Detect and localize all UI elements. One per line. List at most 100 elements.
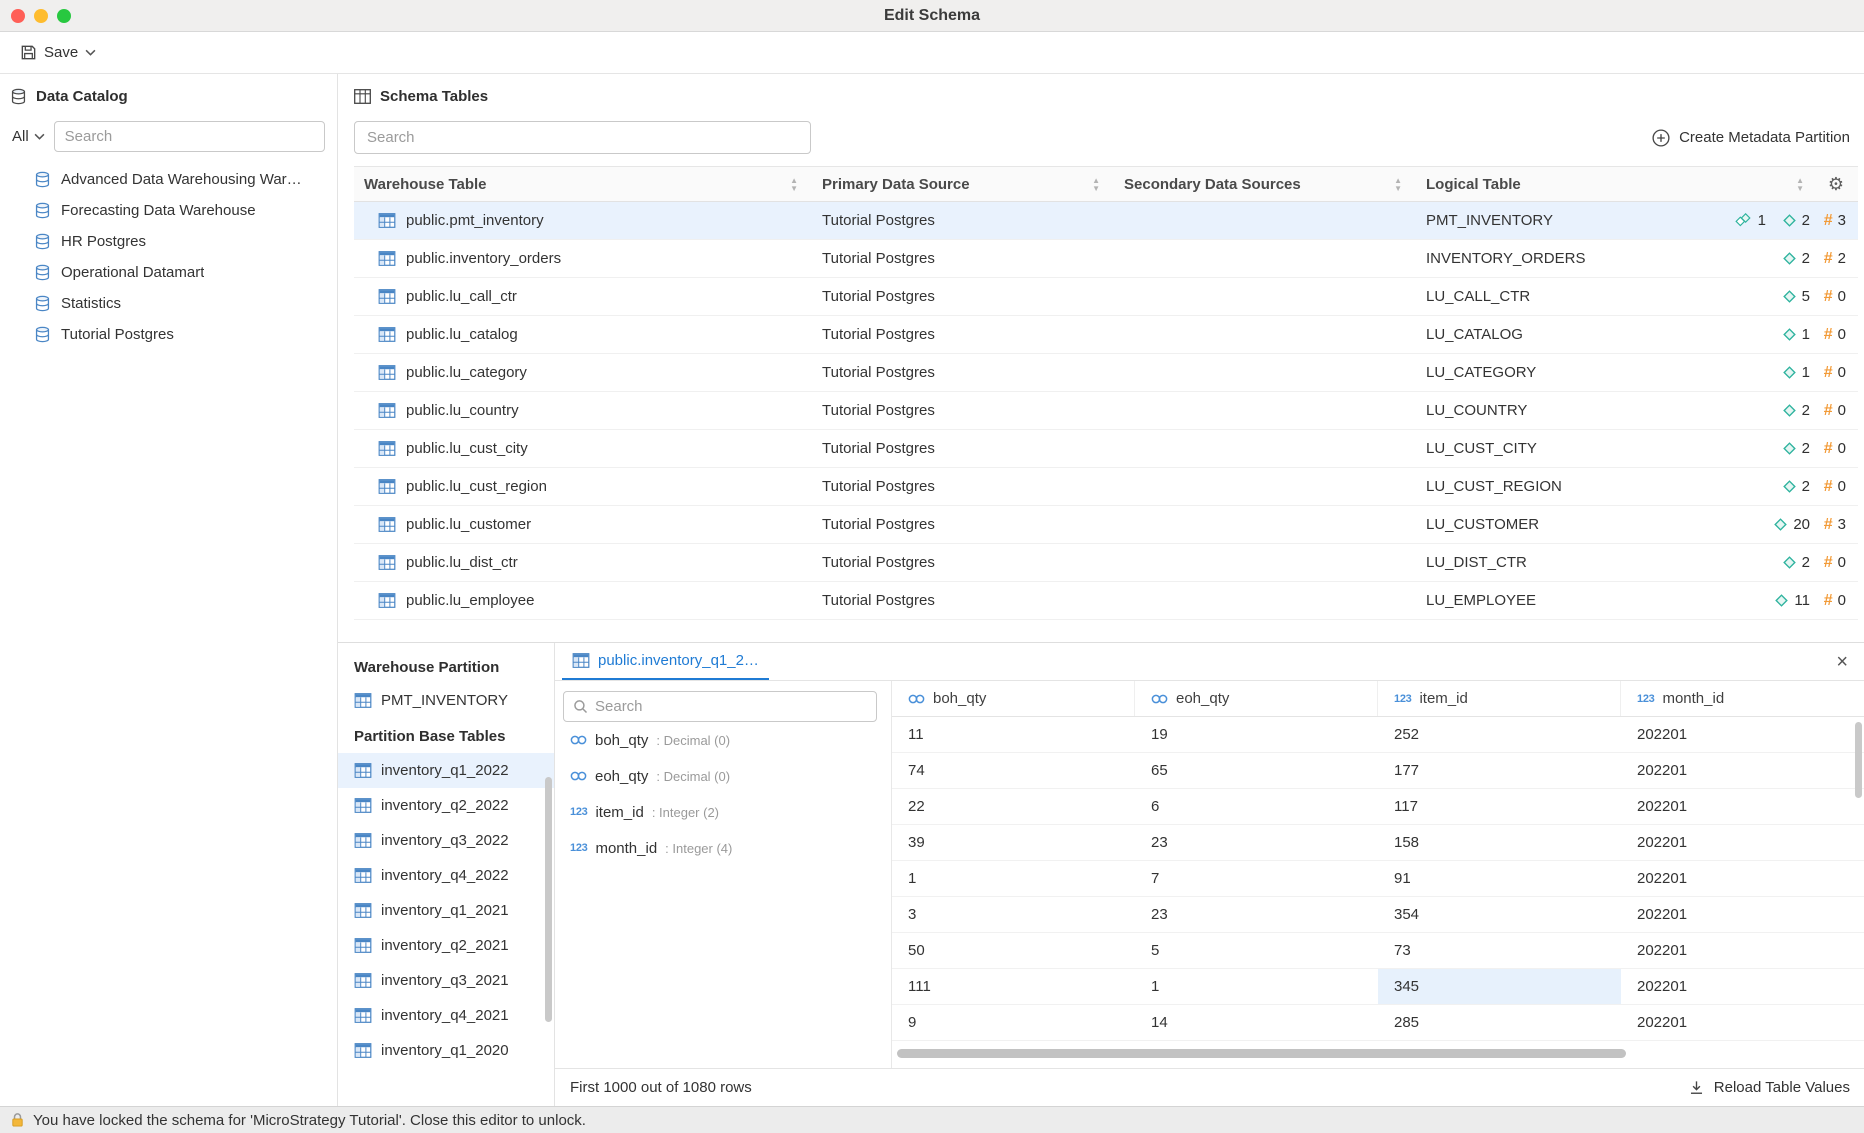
minimize-window-button[interactable]	[34, 9, 48, 23]
grid-column-header[interactable]: 123 month_id	[1621, 681, 1864, 716]
data-source-item[interactable]: Forecasting Data Warehouse	[0, 195, 337, 226]
sort-asc-icon: ▲	[1394, 177, 1402, 184]
save-icon	[20, 44, 37, 61]
data-source-label: Advanced Data Warehousing War…	[61, 171, 302, 188]
grid-row[interactable]: 9 14 285 202201	[892, 1005, 1864, 1041]
grid-vertical-scrollbar-thumb[interactable]	[1855, 722, 1862, 798]
create-metadata-partition-button[interactable]: Create Metadata Partition	[1652, 129, 1858, 147]
column-header-secondary-data-sources[interactable]: Secondary Data Sources ▲▼	[1110, 167, 1412, 201]
close-window-button[interactable]	[11, 9, 25, 23]
save-button[interactable]: Save	[12, 40, 104, 65]
field-search-input[interactable]	[595, 698, 867, 715]
sort-icon[interactable]: ▲▼	[1092, 177, 1110, 192]
base-table-item[interactable]: inventory_q2_2022	[338, 788, 554, 823]
base-table-item[interactable]: inventory_q4_2021	[338, 998, 554, 1033]
warehouse-partition-title: Warehouse Partition	[338, 659, 554, 676]
catalog-filter-dropdown[interactable]: All	[12, 128, 45, 145]
grid-row[interactable]: 22 6 117 202201	[892, 789, 1864, 825]
table-icon	[378, 289, 396, 304]
field-list-item[interactable]: 123 boh_qty : Decimal (0)	[563, 722, 877, 758]
grid-row[interactable]: 74 65 177 202201	[892, 753, 1864, 789]
attribute-badge: 5	[1774, 288, 1810, 305]
field-list-item[interactable]: 123 month_id : Integer (4)	[563, 830, 877, 866]
field-list-item[interactable]: 123 eoh_qty : Decimal (0)	[563, 758, 877, 794]
horizontal-scrollbar-thumb[interactable]	[897, 1049, 1626, 1058]
secondary-data-sources-cell	[1110, 202, 1412, 239]
grid-row[interactable]: 50 5 73 202201	[892, 933, 1864, 969]
data-source-item[interactable]: HR Postgres	[0, 226, 337, 257]
base-table-item[interactable]: inventory_q2_2021	[338, 928, 554, 963]
grid-row[interactable]: 39 23 158 202201	[892, 825, 1864, 861]
base-table-item[interactable]: inventory_q3_2022	[338, 823, 554, 858]
field-list: 123 boh_qty : Decimal (0) 123 eoh_qty : …	[563, 722, 877, 866]
grid-row[interactable]: 1 7 91 202201	[892, 861, 1864, 897]
data-source-list: Advanced Data Warehousing War… Forecasti…	[0, 164, 337, 350]
table-icon	[354, 868, 372, 883]
partition-list-scrollbar[interactable]	[545, 777, 552, 1022]
schema-tables-search-input[interactable]	[354, 121, 811, 154]
grid-cell-eoh-qty: 1	[1135, 969, 1378, 1004]
reload-table-values-button[interactable]: Reload Table Values	[1688, 1079, 1850, 1096]
base-table-item[interactable]: inventory_q4_2022	[338, 858, 554, 893]
table-row[interactable]: public.lu_country Tutorial Postgres LU_C…	[354, 392, 1858, 430]
table-preview-panel: public.inventory_q1_2… ×	[555, 643, 1864, 1106]
fact-count: 0	[1838, 478, 1846, 495]
fact-count: 0	[1838, 364, 1846, 381]
field-list-item[interactable]: 123 item_id : Integer (2)	[563, 794, 877, 830]
grid-row[interactable]: 111 1 345 202201	[892, 969, 1864, 1005]
attribute-diamond-icon	[1782, 327, 1797, 342]
zoom-window-button[interactable]	[57, 9, 71, 23]
grid-row[interactable]: 11 19 252 202201	[892, 717, 1864, 753]
table-row[interactable]: public.lu_category Tutorial Postgres LU_…	[354, 354, 1858, 392]
table-row[interactable]: public.lu_catalog Tutorial Postgres LU_C…	[354, 316, 1858, 354]
field-name: item_id	[595, 804, 643, 821]
table-row[interactable]: public.lu_employee Tutorial Postgres LU_…	[354, 582, 1858, 620]
preview-tab[interactable]: public.inventory_q1_2…	[562, 643, 769, 680]
column-header-warehouse-table[interactable]: Warehouse Table ▲▼	[354, 167, 808, 201]
data-source-item[interactable]: Statistics	[0, 288, 337, 319]
table-row[interactable]: public.lu_call_ctr Tutorial Postgres LU_…	[354, 278, 1858, 316]
grid-column-header[interactable]: 123 item_id	[1378, 681, 1621, 716]
base-table-item[interactable]: inventory_q3_2021	[338, 963, 554, 998]
column-settings-cell: ⚙	[1814, 167, 1858, 201]
fact-badge: # 0	[1818, 402, 1846, 420]
fact-badge: # 0	[1818, 326, 1846, 344]
sort-icon[interactable]: ▲▼	[790, 177, 808, 192]
table-row[interactable]: public.lu_cust_city Tutorial Postgres LU…	[354, 430, 1858, 468]
base-table-item[interactable]: inventory_q1_2020	[338, 1033, 554, 1068]
field-type: : Integer (2)	[652, 805, 719, 820]
sort-icon[interactable]: ▲▼	[1796, 177, 1814, 192]
grid-column-header[interactable]: 123 boh_qty	[892, 681, 1135, 716]
fact-count: 0	[1838, 554, 1846, 571]
grid-cell-month-id: 202201	[1621, 753, 1864, 788]
lock-icon	[10, 1112, 25, 1128]
logical-table-cell: LU_DIST_CTR 2	[1412, 544, 1858, 581]
data-source-item[interactable]: Operational Datamart	[0, 257, 337, 288]
table-row[interactable]: public.lu_dist_ctr Tutorial Postgres LU_…	[354, 544, 1858, 582]
catalog-search-input[interactable]	[54, 121, 325, 152]
base-table-item[interactable]: inventory_q1_2021	[338, 893, 554, 928]
table-row[interactable]: public.lu_customer Tutorial Postgres LU_…	[354, 506, 1858, 544]
base-table-item[interactable]: inventory_q1_2022	[338, 753, 554, 788]
grid-column-header[interactable]: 123 eoh_qty	[1135, 681, 1378, 716]
data-source-item[interactable]: Tutorial Postgres	[0, 319, 337, 350]
close-icon[interactable]: ×	[1836, 652, 1848, 672]
grid-row[interactable]: 3 23 354 202201	[892, 897, 1864, 933]
logical-table-name: LU_EMPLOYEE	[1426, 592, 1536, 609]
sort-icon[interactable]: ▲▼	[1394, 177, 1412, 192]
table-row[interactable]: public.lu_cust_region Tutorial Postgres …	[354, 468, 1858, 506]
column-header-logical-table[interactable]: Logical Table ▲▼	[1412, 167, 1814, 201]
table-row[interactable]: public.pmt_inventory Tutorial Postgres P…	[354, 202, 1858, 240]
database-icon	[34, 264, 51, 281]
column-header-primary-data-source[interactable]: Primary Data Source ▲▼	[808, 167, 1110, 201]
schema-table-header-row: Warehouse Table ▲▼ Primary Data Source ▲…	[354, 166, 1858, 202]
table-row[interactable]: public.inventory_orders Tutorial Postgre…	[354, 240, 1858, 278]
primary-data-source-cell: Tutorial Postgres	[808, 240, 1110, 277]
data-source-item[interactable]: Advanced Data Warehousing War…	[0, 164, 337, 195]
schema-tables-header: Schema Tables	[354, 88, 1858, 105]
gear-icon[interactable]: ⚙	[1828, 175, 1844, 193]
partition-table-item[interactable]: PMT_INVENTORY	[338, 682, 554, 718]
grid-cell-eoh-qty: 23	[1135, 897, 1378, 932]
grid-column-name: item_id	[1419, 690, 1467, 707]
grid-cell-item-id: 354	[1378, 897, 1621, 932]
